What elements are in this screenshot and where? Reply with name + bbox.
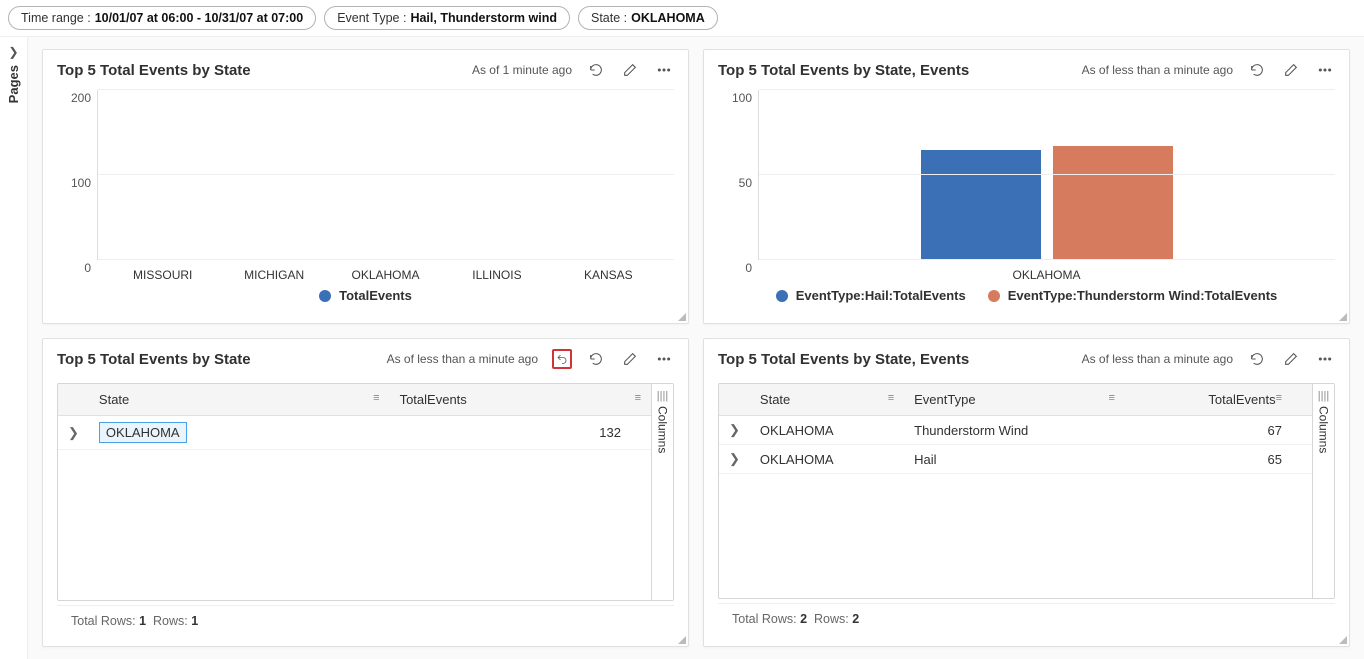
expand-row-icon[interactable]: ❯	[719, 416, 750, 445]
pages-panel-collapsed[interactable]: ❯ Pages	[0, 37, 28, 659]
columns-icon: ||||	[1318, 384, 1329, 402]
grouped-bar-chart: 050100	[718, 90, 1335, 260]
tile-title: Top 5 Total Events by State	[57, 62, 251, 79]
filter-label: Event Type :	[337, 11, 406, 25]
legend-label: TotalEvents	[339, 288, 412, 303]
chevron-right-icon[interactable]: ❯	[8, 45, 18, 59]
edit-icon[interactable]	[620, 60, 640, 80]
columns-panel-toggle[interactable]: |||| Columns	[651, 384, 673, 600]
column-header-totalevents[interactable]: TotalEvents≡	[390, 384, 651, 416]
column-header-totalevents[interactable]: TotalEvents≡	[1125, 384, 1312, 416]
edit-icon[interactable]	[1281, 60, 1301, 80]
filter-time-range[interactable]: Time range : 10/01/07 at 06:00 - 10/31/0…	[8, 6, 316, 30]
filter-value: Hail, Thunderstorm wind	[410, 11, 557, 25]
refresh-icon[interactable]	[1247, 60, 1267, 80]
bar[interactable]	[1053, 146, 1173, 260]
table-footer: Total Rows: 1 Rows: 1	[57, 605, 674, 636]
legend-dot-icon	[776, 290, 788, 302]
data-table: State≡ TotalEvents≡ ❯ OKLAHOMA 132	[58, 384, 651, 450]
column-header-state[interactable]: State≡	[89, 384, 390, 416]
tile-top5-state-events-table: Top 5 Total Events by State, Events As o…	[703, 338, 1350, 647]
filter-label: State :	[591, 11, 627, 25]
tile-title: Top 5 Total Events by State	[57, 351, 251, 368]
undo-icon[interactable]	[552, 349, 572, 369]
refresh-icon[interactable]	[1247, 349, 1267, 369]
resize-handle[interactable]	[678, 313, 686, 321]
cell-event: Hail	[904, 445, 1125, 474]
data-table: State≡ EventType≡ TotalEvents≡ ❯ OKLAHOM…	[719, 384, 1312, 474]
filter-label: Time range :	[21, 11, 91, 25]
resize-handle[interactable]	[1339, 313, 1347, 321]
columns-label: Columns	[656, 406, 670, 453]
more-icon[interactable]	[1315, 349, 1335, 369]
more-icon[interactable]	[654, 349, 674, 369]
cell-state: OKLAHOMA	[750, 445, 904, 474]
column-menu-icon[interactable]: ≡	[635, 392, 641, 404]
edit-icon[interactable]	[1281, 349, 1301, 369]
x-axis-label: KANSAS	[553, 268, 664, 282]
x-axis-label: MISSOURI	[107, 268, 218, 282]
tile-top5-state-events-chart: Top 5 Total Events by State, Events As o…	[703, 49, 1350, 324]
edit-icon[interactable]	[620, 349, 640, 369]
legend-dot-icon	[319, 290, 331, 302]
cell-state: OKLAHOMA	[750, 416, 904, 445]
filter-bar: Time range : 10/01/07 at 06:00 - 10/31/0…	[0, 0, 1364, 37]
legend-dot-icon	[988, 290, 1000, 302]
refresh-icon[interactable]	[586, 60, 606, 80]
x-axis-label: OKLAHOMA	[768, 268, 1325, 282]
legend-item: EventType:Thunderstorm Wind:TotalEvents	[988, 288, 1278, 303]
resize-handle[interactable]	[1339, 636, 1347, 644]
filter-value: OKLAHOMA	[631, 11, 705, 25]
columns-label: Columns	[1317, 406, 1331, 453]
x-axis-label: OKLAHOMA	[330, 268, 441, 282]
asof-text: As of less than a minute ago	[1082, 63, 1233, 77]
tile-title: Top 5 Total Events by State, Events	[718, 351, 969, 368]
table-row[interactable]: ❯ OKLAHOMA Thunderstorm Wind 67	[719, 416, 1312, 445]
tile-title: Top 5 Total Events by State, Events	[718, 62, 969, 79]
column-menu-icon[interactable]: ≡	[1109, 392, 1115, 404]
asof-text: As of 1 minute ago	[472, 63, 572, 77]
cell-total: 132	[390, 416, 651, 450]
more-icon[interactable]	[1315, 60, 1335, 80]
tile-top5-state-chart: Top 5 Total Events by State As of 1 minu…	[42, 49, 689, 324]
more-icon[interactable]	[654, 60, 674, 80]
resize-handle[interactable]	[678, 636, 686, 644]
expand-row-icon[interactable]: ❯	[58, 416, 89, 450]
bar-chart: 0100200	[57, 90, 674, 260]
asof-text: As of less than a minute ago	[1082, 352, 1233, 366]
cell-total: 67	[1125, 416, 1312, 445]
filter-state[interactable]: State : OKLAHOMA	[578, 6, 718, 30]
x-axis-label: ILLINOIS	[441, 268, 552, 282]
filter-event-type[interactable]: Event Type : Hail, Thunderstorm wind	[324, 6, 570, 30]
cell-total: 65	[1125, 445, 1312, 474]
column-menu-icon[interactable]: ≡	[1276, 392, 1282, 404]
filter-value: 10/01/07 at 06:00 - 10/31/07 at 07:00	[95, 11, 303, 25]
legend-item: EventType:Hail:TotalEvents	[776, 288, 966, 303]
pages-label: Pages	[6, 65, 21, 103]
column-menu-icon[interactable]: ≡	[888, 392, 894, 404]
table-row[interactable]: ❯ OKLAHOMA Hail 65	[719, 445, 1312, 474]
cell-event: Thunderstorm Wind	[904, 416, 1125, 445]
columns-icon: ||||	[657, 384, 668, 402]
cell-state-highlighted[interactable]: OKLAHOMA	[99, 422, 187, 443]
bar[interactable]	[921, 150, 1041, 261]
tile-top5-state-table: Top 5 Total Events by State As of less t…	[42, 338, 689, 647]
legend-label: EventType:Hail:TotalEvents	[796, 288, 966, 303]
column-header-state[interactable]: State≡	[750, 384, 904, 416]
table-footer: Total Rows: 2 Rows: 2	[718, 603, 1335, 634]
asof-text: As of less than a minute ago	[387, 352, 538, 366]
column-menu-icon[interactable]: ≡	[373, 392, 379, 404]
table-row[interactable]: ❯ OKLAHOMA 132	[58, 416, 651, 450]
refresh-icon[interactable]	[586, 349, 606, 369]
legend-item: TotalEvents	[319, 288, 412, 303]
legend-label: EventType:Thunderstorm Wind:TotalEvents	[1008, 288, 1278, 303]
columns-panel-toggle[interactable]: |||| Columns	[1312, 384, 1334, 598]
expand-row-icon[interactable]: ❯	[719, 445, 750, 474]
column-header-eventtype[interactable]: EventType≡	[904, 384, 1125, 416]
x-axis-label: MICHIGAN	[218, 268, 329, 282]
